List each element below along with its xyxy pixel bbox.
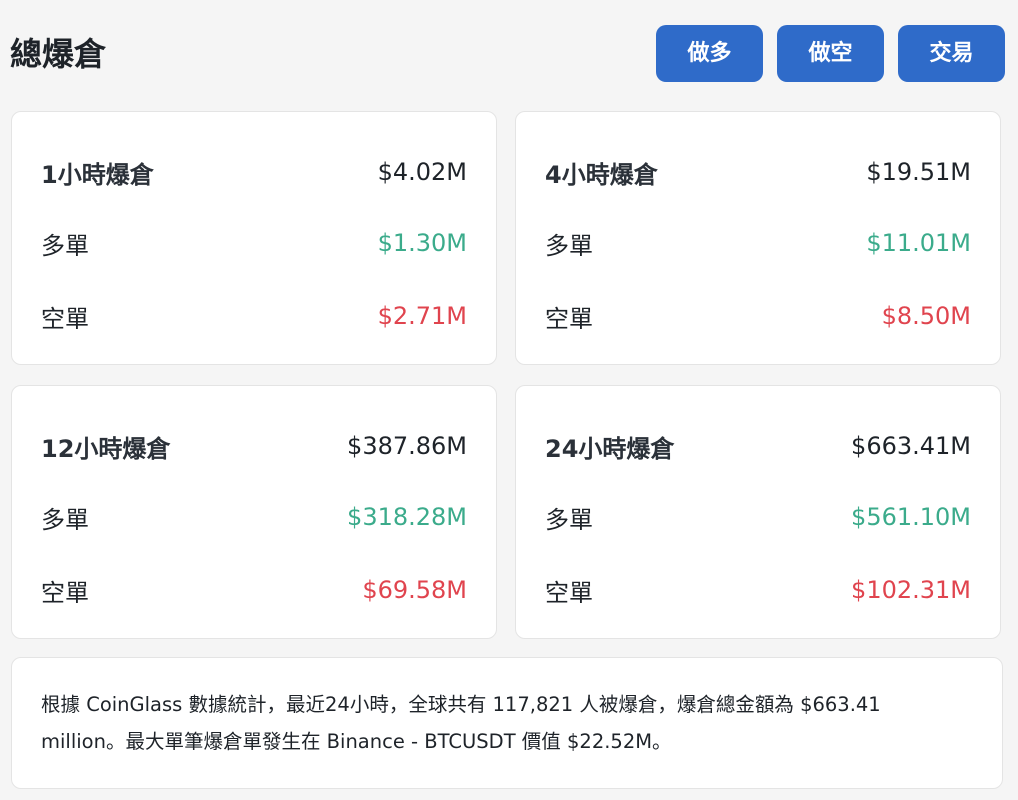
total-row: 4小時爆倉 $19.51M [545,154,971,190]
page-title: 總爆倉 [10,35,107,73]
card-title: 12小時爆倉 [41,434,171,463]
total-value: $19.51M [866,158,971,186]
long-row: 多單 $318.28M [41,499,467,535]
long-value: $318.28M [347,503,467,531]
long-label: 多單 [41,505,89,534]
short-value: $102.31M [851,576,971,604]
short-row: 空單 $102.31M [545,572,971,608]
short-label: 空單 [545,304,593,333]
card-title: 24小時爆倉 [545,434,675,463]
card-title: 4小時爆倉 [545,160,658,189]
short-value: $2.71M [377,302,467,330]
short-row: 空單 $69.58M [41,572,467,608]
page-header: 總爆倉 做多 做空 交易 [0,0,1018,110]
trade-button[interactable]: 交易 [898,25,1005,82]
long-label: 多單 [545,505,593,534]
short-value: $69.58M [362,576,467,604]
total-row: 24小時爆倉 $663.41M [545,428,971,464]
total-row: 1小時爆倉 $4.02M [41,154,467,190]
total-row: 12小時爆倉 $387.86M [41,428,467,464]
short-label: 空單 [41,578,89,607]
long-row: 多單 $11.01M [545,225,971,261]
liquidation-card-24h: 24小時爆倉 $663.41M 多單 $561.10M 空單 $102.31M [515,385,1001,639]
summary-card: 根據 CoinGlass 數據統計，最近24小時，全球共有 117,821 人被… [11,657,1003,789]
short-row: 空單 $8.50M [545,298,971,334]
short-button[interactable]: 做空 [777,25,884,82]
long-value: $11.01M [866,229,971,257]
total-value: $387.86M [347,432,467,460]
long-label: 多單 [545,231,593,260]
long-row: 多單 $1.30M [41,225,467,261]
long-value: $561.10M [851,503,971,531]
liquidation-card-4h: 4小時爆倉 $19.51M 多單 $11.01M 空單 $8.50M [515,111,1001,365]
total-value: $4.02M [377,158,467,186]
short-label: 空單 [545,578,593,607]
long-button[interactable]: 做多 [656,25,763,82]
card-title: 1小時爆倉 [41,160,154,189]
total-value: $663.41M [851,432,971,460]
long-row: 多單 $561.10M [545,499,971,535]
short-label: 空單 [41,304,89,333]
short-row: 空單 $2.71M [41,298,467,334]
summary-text: 根據 CoinGlass 數據統計，最近24小時，全球共有 117,821 人被… [41,693,881,753]
long-label: 多單 [41,231,89,260]
liquidation-card-12h: 12小時爆倉 $387.86M 多單 $318.28M 空單 $69.58M [11,385,497,639]
short-value: $8.50M [881,302,971,330]
long-value: $1.30M [377,229,467,257]
liquidation-card-1h: 1小時爆倉 $4.02M 多單 $1.30M 空單 $2.71M [11,111,497,365]
